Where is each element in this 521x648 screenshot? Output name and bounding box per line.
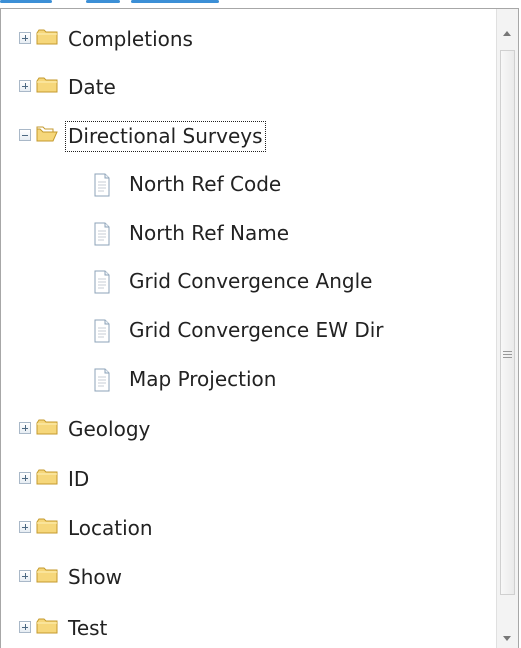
tree-label-id: ID — [68, 467, 90, 491]
plus-expander-icon[interactable] — [19, 80, 31, 92]
tree-row-test[interactable]: Test — [1, 612, 281, 646]
plus-expander-icon[interactable] — [19, 472, 31, 484]
folder-icon — [36, 419, 58, 435]
field-tree: Completions Date Directional Surveys Nor… — [1, 9, 497, 648]
document-icon — [94, 270, 110, 294]
plus-expander-icon[interactable] — [19, 621, 31, 633]
tree-label-grid-convergence-ew-dir: Grid Convergence EW Dir — [129, 318, 384, 342]
tree-label-geology: Geology — [68, 417, 151, 441]
folder-icon — [36, 77, 58, 93]
tree-row-id[interactable]: ID — [1, 463, 281, 497]
minus-expander-icon[interactable] — [19, 129, 31, 141]
tree-row-show[interactable]: Show — [1, 561, 281, 595]
scrollbar-thumb[interactable] — [500, 50, 515, 595]
tree-label-north-ref-name: North Ref Name — [129, 221, 289, 245]
field-tree-box: Completions Date Directional Surveys Nor… — [0, 8, 519, 648]
scroll-grip-icon — [503, 351, 512, 360]
tree-label-grid-convergence-angle: Grid Convergence Angle — [129, 269, 373, 293]
tree-label-directional-surveys: Directional Surveys — [65, 121, 266, 152]
tree-label-north-ref-code: North Ref Code — [129, 172, 282, 196]
tree-row-date[interactable]: Date — [1, 71, 281, 105]
tree-row-completions[interactable]: Completions — [1, 23, 281, 57]
document-icon — [94, 319, 110, 343]
tree-label-location: Location — [68, 516, 153, 540]
document-icon — [94, 173, 110, 197]
document-icon — [94, 222, 110, 246]
folder-icon — [36, 469, 58, 485]
tree-label-show: Show — [68, 565, 122, 589]
tree-label-test: Test — [68, 616, 108, 640]
document-icon — [94, 368, 110, 392]
tree-row-directional-surveys[interactable]: Directional Surveys — [1, 120, 351, 154]
folder-open-icon — [36, 126, 58, 142]
tree-view-panel: Completions Date Directional Surveys Nor… — [0, 0, 521, 648]
folder-icon — [36, 518, 58, 534]
folder-icon — [36, 618, 58, 634]
tree-label-map-projection: Map Projection — [129, 367, 277, 391]
plus-expander-icon[interactable] — [19, 570, 31, 582]
tree-row-north-ref-code[interactable]: North Ref Code — [1, 168, 421, 202]
scroll-down-icon[interactable] — [503, 636, 511, 641]
top-link-strip — [0, 0, 300, 4]
tree-label-date: Date — [68, 75, 116, 99]
tree-row-north-ref-name[interactable]: North Ref Name — [1, 217, 421, 251]
folder-icon — [36, 567, 58, 583]
vertical-scrollbar[interactable] — [496, 9, 518, 648]
plus-expander-icon[interactable] — [19, 32, 31, 44]
plus-expander-icon[interactable] — [19, 422, 31, 434]
scroll-up-icon[interactable] — [503, 31, 511, 36]
plus-expander-icon[interactable] — [19, 521, 31, 533]
tree-label-completions: Completions — [68, 27, 193, 51]
tree-row-grid-convergence-angle[interactable]: Grid Convergence Angle — [1, 265, 461, 299]
folder-icon — [36, 29, 58, 45]
tree-row-location[interactable]: Location — [1, 512, 281, 546]
tree-row-geology[interactable]: Geology — [1, 413, 281, 447]
tree-row-map-projection[interactable]: Map Projection — [1, 363, 421, 397]
tree-row-grid-convergence-ew-dir[interactable]: Grid Convergence EW Dir — [1, 314, 471, 348]
